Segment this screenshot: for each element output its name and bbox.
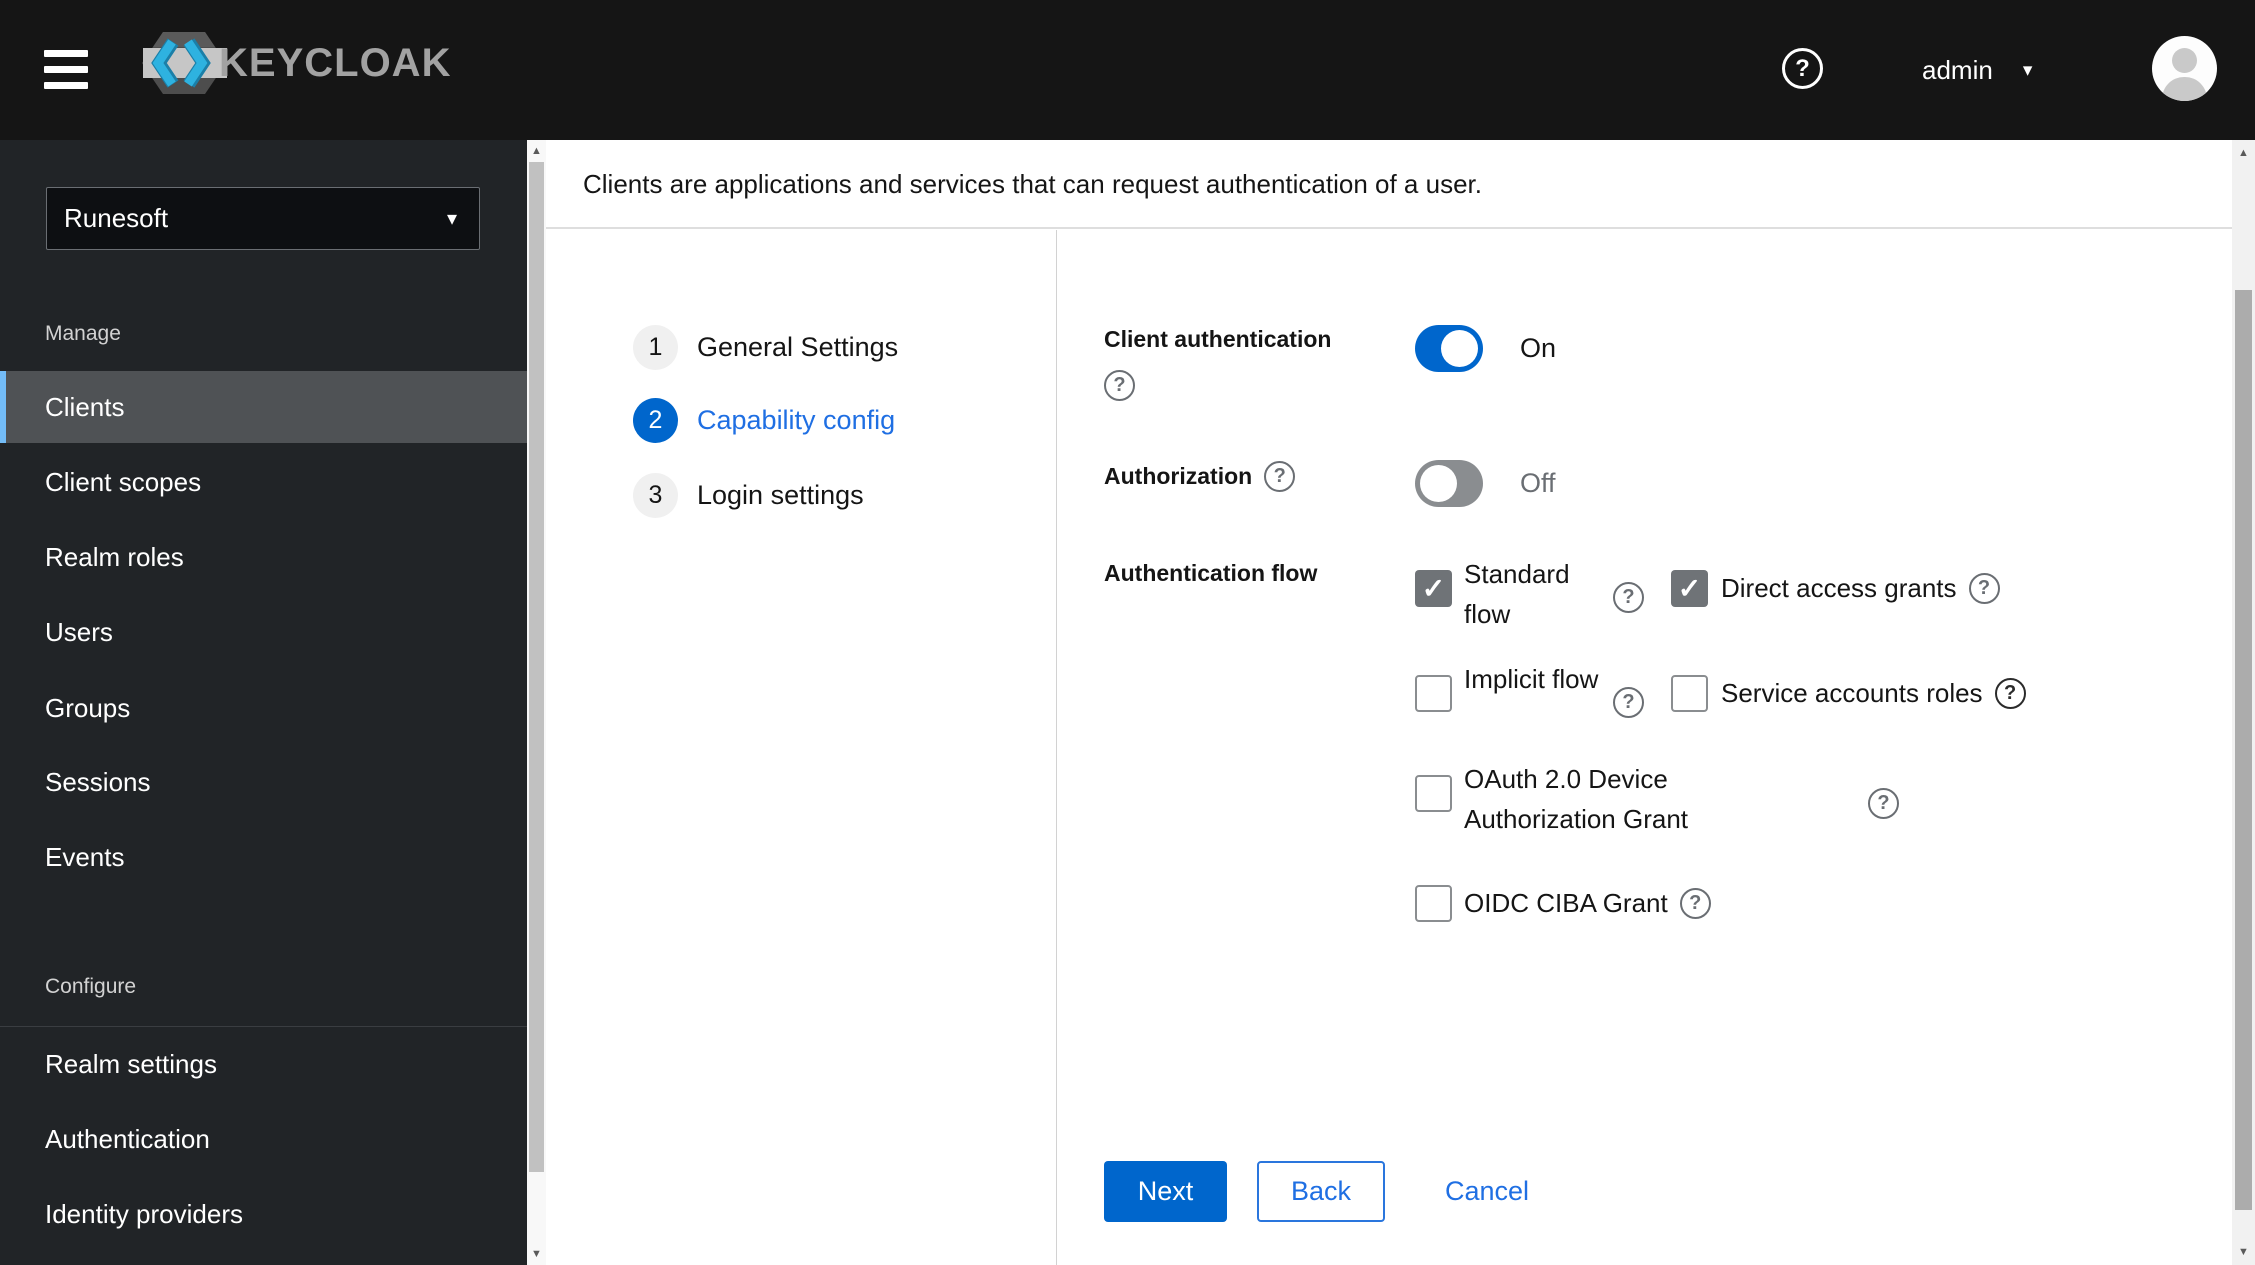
user-menu[interactable]: admin ▾ [1922, 0, 2032, 140]
avatar-head [2172, 48, 2197, 73]
authorization-label-row: Authorization ? [1104, 461, 1296, 492]
menu-bar [44, 50, 88, 57]
scroll-up-icon[interactable]: ▲ [2232, 147, 2255, 159]
sidebar-item-identity-providers[interactable]: Identity providers [0, 1178, 527, 1250]
service-accounts-roles-label[interactable]: Service accounts roles [1721, 673, 1983, 713]
avatar-body [2162, 77, 2207, 101]
direct-access-grants-label[interactable]: Direct access grants [1721, 568, 1957, 608]
oauth-device-grant-label[interactable]: OAuth 2.0 Device Authorization Grant [1464, 759, 1774, 839]
implicit-flow-label[interactable]: Implicit flow [1464, 659, 1599, 699]
oidc-ciba-grant-row: OIDC CIBA Grant ? [1464, 883, 1711, 923]
direct-access-grants-row: Direct access grants ? [1721, 568, 2000, 608]
chevron-down-icon: ▾ [2022, 59, 2033, 81]
chevron-down-icon: ▾ [446, 208, 457, 230]
oauth-device-grant-help-icon[interactable]: ? [1868, 788, 1899, 819]
authorization-toggle[interactable] [1415, 460, 1483, 507]
sidebar-item-client-scopes[interactable]: Client scopes [0, 446, 527, 518]
oidc-ciba-grant-label[interactable]: OIDC CIBA Grant [1464, 883, 1668, 923]
sidebar-scrollbar[interactable]: ▲ ▼ [527, 140, 546, 1265]
next-button[interactable]: Next [1104, 1161, 1227, 1222]
client-authentication-state: On [1520, 333, 1557, 363]
direct-access-grants-checkbox[interactable]: ✓ [1671, 570, 1708, 607]
check-icon: ✓ [1421, 573, 1446, 604]
wizard-nav: 1 General Settings 2 Capability config 3… [546, 230, 1057, 1265]
nav-section-manage: Manage [45, 322, 121, 345]
capability-config-form: Client authentication ? On Authorization… [1057, 230, 2232, 1265]
header-divider [546, 227, 2232, 229]
menu-icon[interactable] [44, 50, 88, 90]
main-scrollbar-thumb[interactable] [2235, 290, 2252, 1210]
implicit-flow-checkbox[interactable] [1415, 675, 1452, 712]
keycloak-logo-icon [142, 32, 227, 94]
wizard-step-general-settings[interactable]: 1 General Settings [633, 325, 898, 370]
step-number: 3 [633, 473, 678, 518]
help-icon[interactable]: ? [1782, 48, 1823, 89]
authentication-flow-label: Authentication flow [1104, 560, 1318, 586]
back-button[interactable]: Back [1257, 1161, 1385, 1222]
step-label: General Settings [697, 332, 899, 362]
wizard-step-login-settings[interactable]: 3 Login settings [633, 473, 864, 518]
step-number: 1 [633, 325, 678, 370]
menu-bar [44, 66, 88, 73]
service-accounts-roles-row: Service accounts roles ? [1721, 673, 2026, 713]
step-number: 2 [633, 398, 678, 443]
direct-access-grants-help-icon[interactable]: ? [1968, 572, 2000, 604]
standard-flow-label[interactable]: Standard flow [1464, 554, 1599, 634]
implicit-flow-help-icon[interactable]: ? [1613, 687, 1644, 718]
cancel-button[interactable]: Cancel [1445, 1161, 1529, 1222]
oidc-ciba-grant-help-icon[interactable]: ? [1679, 887, 1711, 919]
realm-selector-value: Runesoft [64, 203, 169, 233]
scroll-down-icon[interactable]: ▼ [2232, 1246, 2255, 1258]
realm-selector[interactable]: Runesoft ▾ [46, 187, 480, 250]
authorization-label: Authorization [1104, 463, 1253, 489]
toggle-knob [1441, 330, 1478, 367]
avatar [2152, 36, 2217, 101]
user-name: admin [1922, 54, 1993, 85]
service-accounts-roles-help-icon[interactable]: ? [1994, 677, 2026, 709]
sidebar-nav: Runesoft ▾ Manage Clients Client scopes … [0, 140, 527, 1265]
client-authentication-toggle[interactable] [1415, 325, 1483, 372]
standard-flow-help-icon[interactable]: ? [1613, 582, 1644, 613]
oauth-device-grant-checkbox[interactable] [1415, 775, 1452, 812]
standard-flow-checkbox[interactable]: ✓ [1415, 570, 1452, 607]
client-authentication-help-icon[interactable]: ? [1104, 370, 1135, 401]
nav-section-configure: Configure [45, 975, 137, 998]
sidebar-item-events[interactable]: Events [0, 821, 527, 893]
menu-bar [44, 82, 88, 89]
authorization-state: Off [1520, 468, 1556, 498]
main-scrollbar[interactable]: ▲ ▼ [2232, 140, 2255, 1265]
sidebar-item-authentication[interactable]: Authentication [0, 1103, 527, 1175]
authorization-help-icon[interactable]: ? [1264, 461, 1296, 492]
scroll-down-icon[interactable]: ▼ [527, 1248, 546, 1260]
toggle-knob [1420, 465, 1457, 502]
client-authentication-label: Client authentication [1104, 326, 1332, 352]
step-label: Login settings [697, 480, 864, 510]
brand-text: KEYCLOAK [219, 40, 452, 85]
nav-divider [0, 1026, 527, 1027]
sidebar-item-realm-roles[interactable]: Realm roles [0, 521, 527, 593]
sidebar-item-sessions[interactable]: Sessions [0, 746, 527, 818]
check-icon: ✓ [1677, 573, 1702, 604]
keycloak-logo[interactable]: KEYCLOAK [141, 30, 451, 96]
page-subtitle: Clients are applications and services th… [583, 169, 1482, 199]
sidebar-item-clients[interactable]: Clients [0, 371, 527, 443]
sidebar-scrollbar-thumb[interactable] [529, 162, 544, 1172]
main-content: Clients are applications and services th… [546, 140, 2232, 1265]
scroll-up-icon[interactable]: ▲ [527, 145, 546, 157]
service-accounts-roles-checkbox[interactable] [1671, 675, 1708, 712]
app-header: KEYCLOAK ? admin ▾ [0, 0, 2255, 140]
sidebar-item-users[interactable]: Users [0, 596, 527, 668]
oidc-ciba-grant-checkbox[interactable] [1415, 885, 1452, 922]
sidebar-item-realm-settings[interactable]: Realm settings [0, 1028, 527, 1100]
wizard-step-capability-config[interactable]: 2 Capability config [633, 398, 895, 443]
step-label: Capability config [697, 405, 896, 435]
sidebar-item-groups[interactable]: Groups [0, 672, 527, 744]
